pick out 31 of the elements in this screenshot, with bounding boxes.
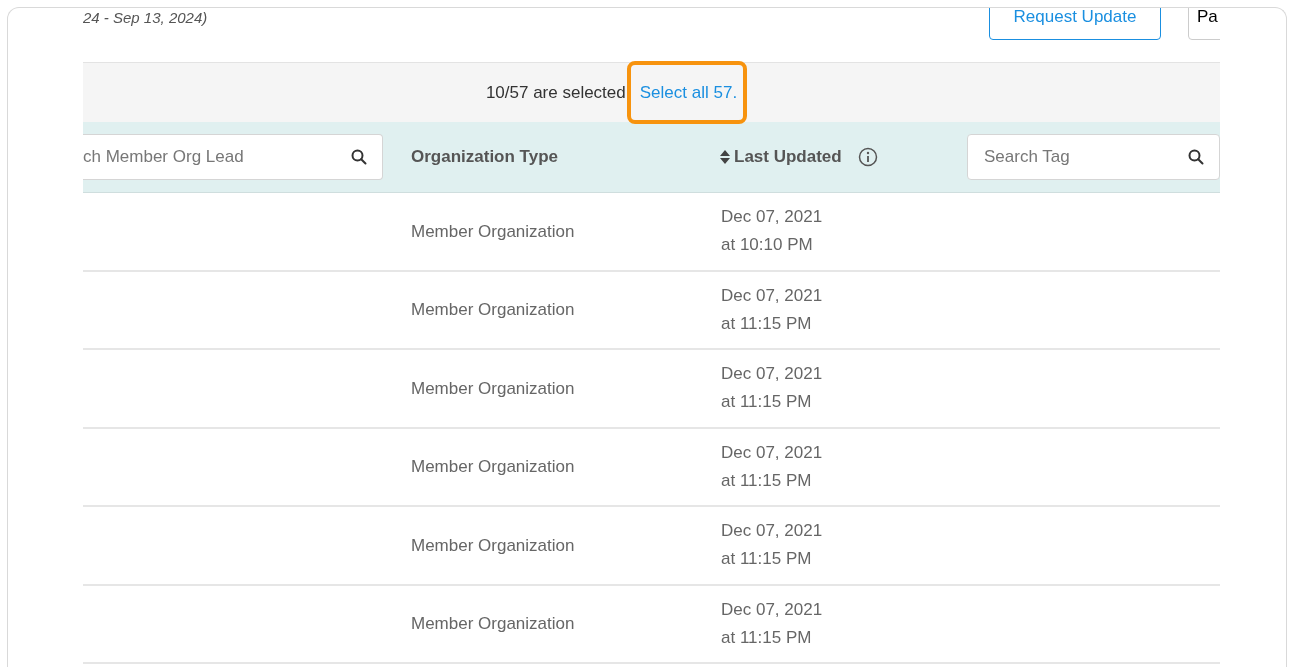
search-field[interactable]: Search Tag [967,134,1220,180]
dropdown-button[interactable]: Pa [1188,8,1220,40]
time-text: at 11:15 PM [721,626,813,649]
time-text: at 10:10 PM [721,234,814,257]
column-header[interactable]: Last Updated [734,144,842,170]
selection-message: 10/57 are selected [485,81,626,104]
date-text: Dec 07, 2021 [721,206,824,229]
request-update-button[interactable]: Request Update [989,8,1161,40]
table-cell: Member Organization [411,457,575,476]
date-text: Dec 07, 2021 [721,441,824,464]
table-cell: Member Organization [411,221,575,241]
table-cell: Member Organization [411,614,575,633]
info-icon[interactable] [857,147,878,167]
date-text: Dec 07, 2021 [721,284,824,307]
search-icon [351,149,367,165]
select-all-link[interactable]: Select all 57. [639,82,738,102]
time-text: at 11:15 PM [721,469,813,492]
column-header: Organization Type [411,146,559,169]
date-text: Dec 07, 2021 [721,598,824,621]
date-range: 24 - Sep 13, 2024) [83,8,208,28]
time-text: at 11:15 PM [721,548,813,571]
date-text: Dec 07, 2021 [721,363,824,386]
date-text: Dec 07, 2021 [721,520,824,543]
sort-icon[interactable] [720,150,730,164]
time-text: at 11:15 PM [721,391,813,414]
table-cell: Member Organization [411,535,575,555]
search-field[interactable]: ch Member Org Lead [83,134,383,180]
table-cell: Member Organization [411,300,575,319]
table-cell: Member Organization [411,378,575,398]
search-icon [1188,149,1204,165]
time-text: at 11:15 PM [721,312,813,335]
